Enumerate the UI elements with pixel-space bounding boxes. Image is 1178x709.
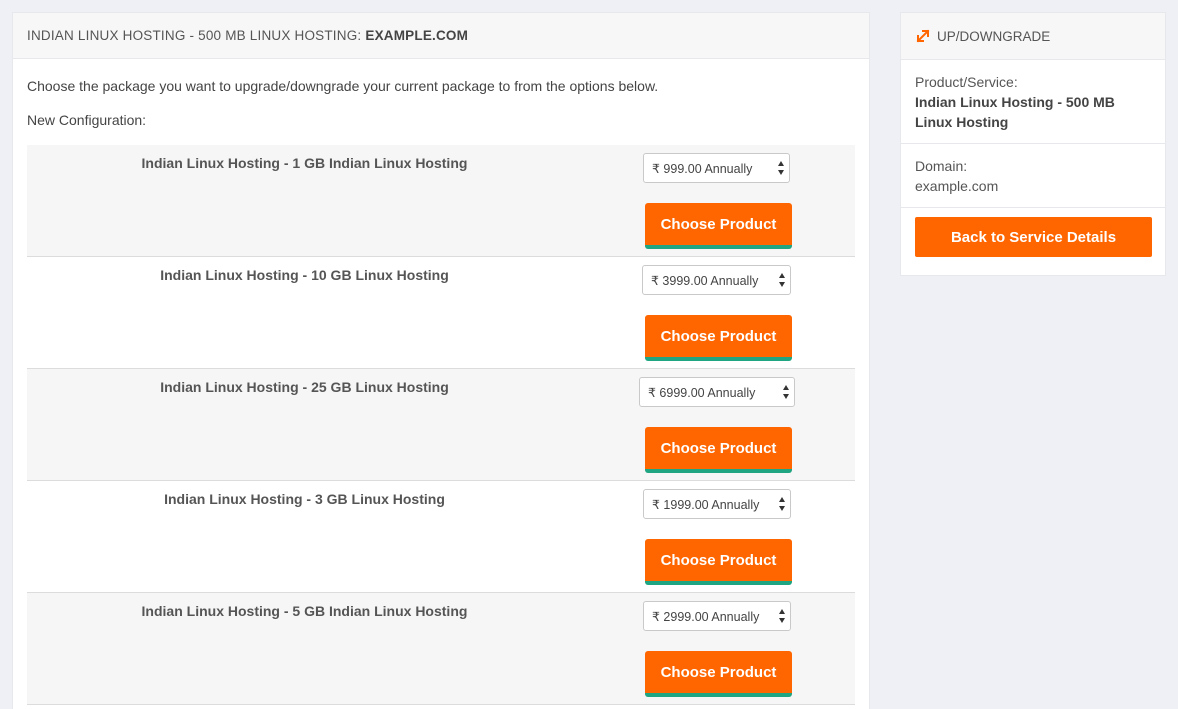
billing-cycle-value: ₹ 2999.00 Annually bbox=[652, 609, 760, 624]
select-arrows-icon bbox=[779, 609, 785, 623]
domain-value: example.com bbox=[915, 178, 999, 194]
product-value: Indian Linux Hosting - 500 MB Linux Host… bbox=[915, 94, 1115, 130]
billing-cycle-value: ₹ 999.00 Annually bbox=[652, 161, 753, 176]
choose-product-button[interactable]: Choose Product bbox=[645, 203, 792, 249]
select-arrows-icon bbox=[778, 161, 784, 175]
package-row: Indian Linux Hosting - 1 GB Indian Linux… bbox=[27, 145, 855, 257]
billing-cycle-select[interactable]: ₹ 2999.00 Annually bbox=[643, 601, 791, 631]
choose-product-button[interactable]: Choose Product bbox=[645, 427, 792, 473]
domain-label: Domain: bbox=[915, 158, 968, 174]
select-arrows-icon bbox=[779, 497, 785, 511]
sidebar-panel: UP/DOWNGRADE Product/Service: Indian Lin… bbox=[900, 12, 1166, 276]
upgrade-panel: INDIAN LINUX HOSTING - 500 MB LINUX HOST… bbox=[12, 12, 870, 709]
billing-cycle-select[interactable]: ₹ 999.00 Annually bbox=[643, 153, 790, 183]
product-info: Product/Service: Indian Linux Hosting - … bbox=[901, 60, 1165, 144]
billing-cycle-value: ₹ 3999.00 Annually bbox=[651, 273, 759, 288]
package-row: Indian Linux Hosting - 5 GB Indian Linux… bbox=[27, 593, 855, 705]
back-to-service-details-button[interactable]: Back to Service Details bbox=[915, 217, 1152, 257]
select-arrows-icon bbox=[779, 273, 785, 287]
package-name: Indian Linux Hosting - 10 GB Linux Hosti… bbox=[160, 267, 449, 283]
package-table: Indian Linux Hosting - 1 GB Indian Linux… bbox=[27, 145, 855, 705]
domain-info: Domain: example.com bbox=[901, 144, 1165, 208]
intro-text: Choose the package you want to upgrade/d… bbox=[27, 78, 659, 94]
package-name: Indian Linux Hosting - 25 GB Linux Hosti… bbox=[160, 379, 449, 395]
billing-cycle-select[interactable]: ₹ 3999.00 Annually bbox=[642, 265, 791, 295]
page-title: INDIAN LINUX HOSTING - 500 MB LINUX HOST… bbox=[27, 28, 362, 43]
billing-cycle-select[interactable]: ₹ 1999.00 Annually bbox=[643, 489, 791, 519]
product-label: Product/Service: bbox=[915, 74, 1018, 90]
package-name: Indian Linux Hosting - 1 GB Indian Linux… bbox=[141, 155, 468, 171]
sidebar-header: UP/DOWNGRADE bbox=[901, 13, 1165, 60]
choose-product-button[interactable]: Choose Product bbox=[645, 651, 792, 697]
package-row: Indian Linux Hosting - 3 GB Linux Hostin… bbox=[27, 481, 855, 593]
choose-product-button[interactable]: Choose Product bbox=[645, 315, 792, 361]
package-name: Indian Linux Hosting - 5 GB Indian Linux… bbox=[141, 603, 468, 619]
package-row: Indian Linux Hosting - 10 GB Linux Hosti… bbox=[27, 257, 855, 369]
billing-cycle-value: ₹ 1999.00 Annually bbox=[652, 497, 760, 512]
package-row: Indian Linux Hosting - 25 GB Linux Hosti… bbox=[27, 369, 855, 481]
billing-cycle-value: ₹ 6999.00 Annually bbox=[648, 385, 756, 400]
billing-cycle-select[interactable]: ₹ 6999.00 Annually bbox=[639, 377, 795, 407]
expand-arrows-icon bbox=[916, 29, 930, 43]
select-arrows-icon bbox=[783, 385, 789, 399]
choose-product-button[interactable]: Choose Product bbox=[645, 539, 792, 585]
page-title-domain: EXAMPLE.COM bbox=[365, 28, 469, 43]
panel-header: INDIAN LINUX HOSTING - 500 MB LINUX HOST… bbox=[13, 13, 869, 59]
sidebar-title: UP/DOWNGRADE bbox=[937, 28, 1051, 44]
new-configuration-label: New Configuration: bbox=[27, 112, 147, 128]
package-name: Indian Linux Hosting - 3 GB Linux Hostin… bbox=[164, 491, 445, 507]
